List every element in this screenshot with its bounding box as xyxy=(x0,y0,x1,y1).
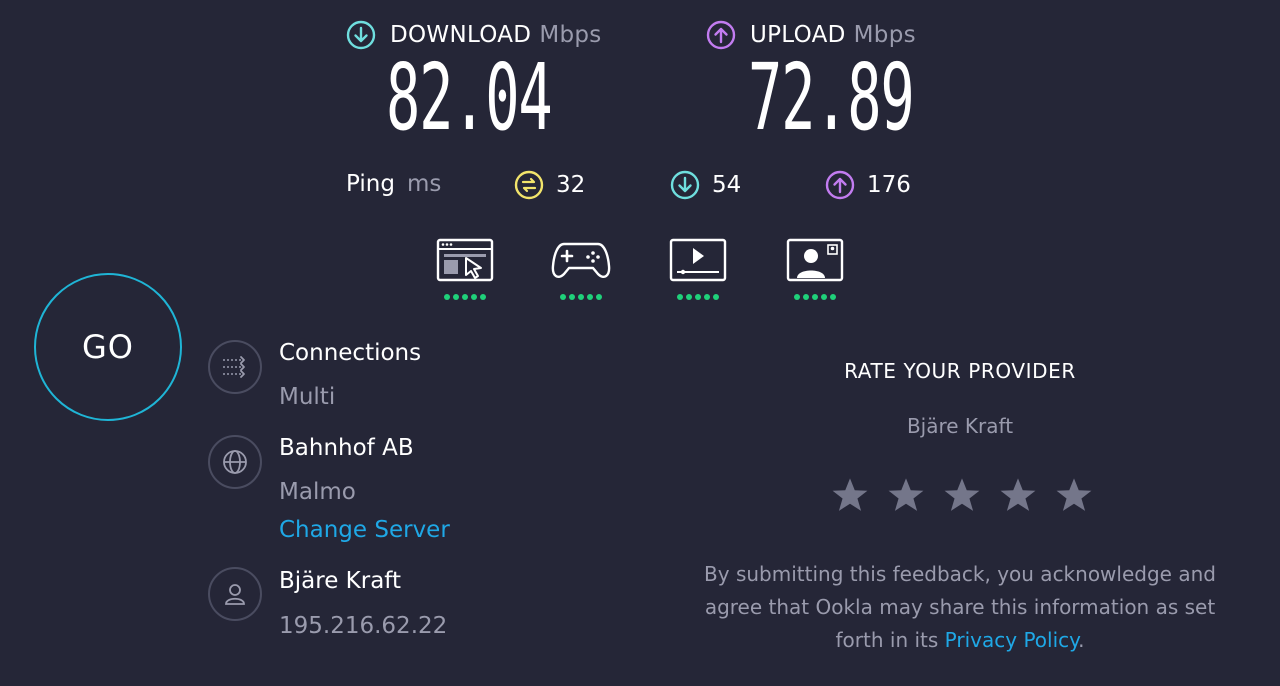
star-icon-4[interactable] xyxy=(999,476,1037,514)
web-browsing-dots xyxy=(434,294,496,300)
rate-title: RATE YOUR PROVIDER xyxy=(844,359,1076,383)
ping-unit: ms xyxy=(406,171,442,197)
ping-label-group: Ping ms xyxy=(346,171,441,197)
ping-download-value: 54 xyxy=(712,172,742,198)
ping-upload-value: 176 xyxy=(867,172,911,198)
download-arrow-icon xyxy=(346,20,376,50)
rate-provider-name: Bjäre Kraft xyxy=(906,414,1014,438)
star-icon-2[interactable] xyxy=(887,476,925,514)
video-chat-rating xyxy=(784,238,846,300)
ping-idle-icon xyxy=(514,170,544,200)
provider-ip: 195.216.62.22 xyxy=(279,613,448,639)
ping-upload: 176 xyxy=(825,170,911,200)
ping-idle-value: 32 xyxy=(556,172,586,198)
gaming-icon xyxy=(551,242,611,278)
upload-value: 72.89 xyxy=(748,44,915,151)
video-streaming-rating xyxy=(667,238,729,300)
ping-download-icon xyxy=(670,170,700,200)
user-icon xyxy=(208,567,262,621)
connections-value[interactable]: Multi xyxy=(279,384,335,410)
ping-download: 54 xyxy=(670,170,741,200)
server-location: Malmo xyxy=(279,479,356,505)
server-name: Bahnhof AB xyxy=(279,435,414,461)
feedback-disclaimer: By submitting this feedback, you acknowl… xyxy=(680,558,1240,657)
star-icon-3[interactable] xyxy=(943,476,981,514)
privacy-policy-link[interactable]: Privacy Policy xyxy=(945,628,1078,652)
disclaimer-line-2: agree that Ookla may share this informat… xyxy=(704,595,1216,619)
download-value: 82.04 xyxy=(386,44,553,151)
rating-stars xyxy=(831,476,1093,514)
ping-upload-icon xyxy=(825,170,855,200)
go-label: GO xyxy=(82,328,134,366)
gaming-rating xyxy=(550,238,612,300)
disclaimer-line-3-text: forth in its xyxy=(835,628,939,652)
video-streaming-dots xyxy=(667,294,729,300)
video-chat-dots xyxy=(784,294,846,300)
ping-label: Ping xyxy=(346,171,395,197)
disclaimer-period: . xyxy=(1078,628,1085,652)
upload-section: UPLOAD Mbps 72.89 xyxy=(706,20,1015,144)
disclaimer-line-1: By submitting this feedback, you acknowl… xyxy=(704,562,1216,586)
globe-icon xyxy=(208,435,262,489)
connections-icon xyxy=(208,340,262,394)
video-chat-icon xyxy=(786,238,844,282)
star-icon-1[interactable] xyxy=(831,476,869,514)
upload-arrow-icon xyxy=(706,20,736,50)
star-icon-5[interactable] xyxy=(1055,476,1093,514)
ping-idle: 32 xyxy=(514,170,585,200)
connections-title: Connections xyxy=(279,340,422,366)
download-section: DOWNLOAD Mbps 82.04 xyxy=(346,20,653,144)
gaming-dots xyxy=(550,294,612,300)
provider-name: Bjäre Kraft xyxy=(279,568,402,594)
go-button[interactable]: GO xyxy=(34,273,182,421)
disclaimer-line-3: forth in its Privacy Policy. xyxy=(680,624,1240,657)
change-server-link[interactable]: Change Server xyxy=(279,517,450,543)
web-browsing-icon xyxy=(436,238,494,282)
video-streaming-icon xyxy=(669,238,727,282)
web-browsing-rating xyxy=(434,238,496,300)
